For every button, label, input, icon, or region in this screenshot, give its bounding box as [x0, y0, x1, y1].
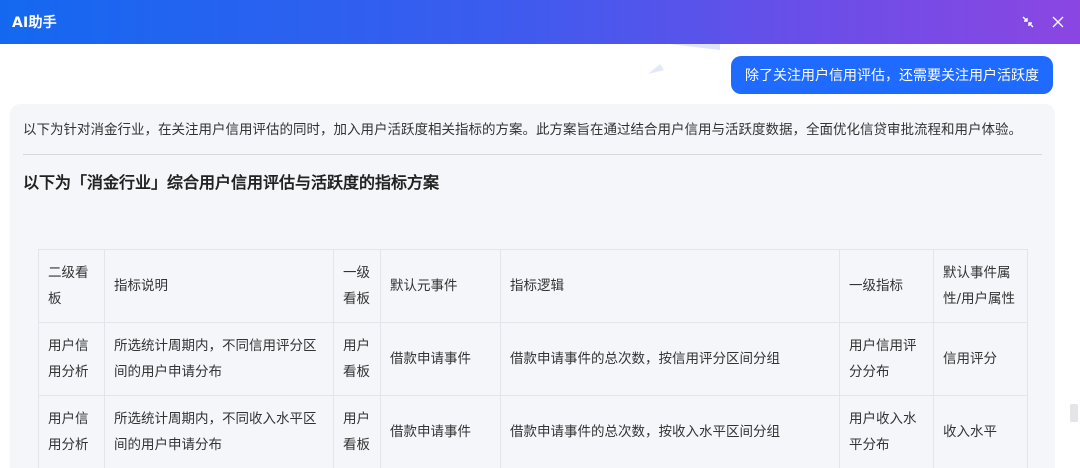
answer-heading: 以下为「消金行业」综合用户信用评估与活跃度的指标方案 — [23, 173, 440, 192]
shrink-icon[interactable] — [1018, 12, 1038, 32]
table-cell: 用户信用分析 — [38, 322, 105, 396]
table-cell: 所选统计周期内，不同收入水平区间的用户申请分布 — [104, 395, 334, 468]
user-message-bubble: 除了关注用户信用评估，还需要关注用户活跃度 — [731, 56, 1053, 94]
column-header: 默认元事件 — [380, 249, 501, 323]
column-header: 指标逻辑 — [500, 249, 840, 323]
table-cell: 借款申请事件的总次数，按信用评分区间分组 — [500, 322, 840, 396]
column-header: 默认事件属性/用户属性 — [933, 249, 1028, 323]
assistant-answer-card: 以下为针对消金行业，在关注用户信用评估的同时，加入用户活跃度相关指标的方案。此方… — [10, 104, 1055, 468]
column-header: 一级指标 — [839, 249, 934, 323]
indicator-table: 二级看板 指标说明 一级看板 默认元事件 指标逻辑 一级指标 默认事件属性/用户… — [38, 249, 1028, 468]
divider — [23, 154, 1042, 155]
scrollbar-handle[interactable] — [1070, 404, 1078, 422]
column-header: 二级看板 — [38, 249, 105, 323]
table-cell: 借款申请事件 — [380, 395, 501, 468]
column-header: 指标说明 — [104, 249, 334, 323]
close-icon[interactable] — [1048, 12, 1068, 32]
table-cell: 用户看板 — [333, 395, 381, 468]
column-header: 一级看板 — [333, 249, 381, 323]
title-bar: AI助手 — [0, 0, 1080, 44]
table-header-row: 二级看板 指标说明 一级看板 默认元事件 指标逻辑 一级指标 默认事件属性/用户… — [38, 249, 1028, 323]
table-cell: 借款申请事件的总次数，按收入水平区间分组 — [500, 395, 840, 468]
table-cell: 收入水平 — [933, 395, 1028, 468]
table-cell: 用户看板 — [333, 322, 381, 396]
table-cell: 用户信用评分分布 — [839, 322, 934, 396]
background-decoration — [648, 44, 720, 74]
table-cell: 借款申请事件 — [380, 322, 501, 396]
table-cell: 所选统计周期内，不同信用评分区间的用户申请分布 — [104, 322, 334, 396]
window-title: AI助手 — [12, 15, 57, 31]
table-row: 用户信用分析 所选统计周期内，不同收入水平区间的用户申请分布 用户看板 借款申请… — [38, 395, 1028, 468]
table-cell: 用户收入水平分布 — [839, 395, 934, 468]
table-row: 用户信用分析 所选统计周期内，不同信用评分区间的用户申请分布 用户看板 借款申请… — [38, 322, 1028, 396]
answer-intro: 以下为针对消金行业，在关注用户信用评估的同时，加入用户活跃度相关指标的方案。此方… — [23, 122, 1022, 138]
table-cell: 信用评分 — [933, 322, 1028, 396]
window-actions — [1018, 12, 1068, 32]
table-cell: 用户信用分析 — [38, 395, 105, 468]
